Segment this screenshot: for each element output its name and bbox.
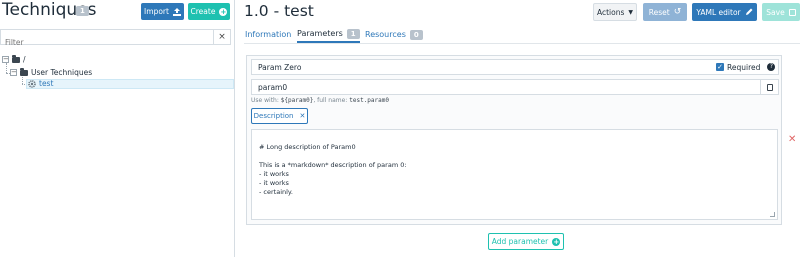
parameter-id-value: param0	[258, 83, 288, 92]
folder-icon	[20, 67, 28, 76]
remove-parameter-icon[interactable]: ✕	[788, 134, 796, 145]
usage-variable: ${param0}	[280, 97, 314, 104]
tab-label: Information	[245, 30, 292, 39]
tree-node-technique[interactable]: test	[28, 79, 53, 88]
tree-connector	[6, 63, 7, 73]
selected-row-highlight	[26, 79, 234, 89]
tree-connector	[22, 77, 23, 84]
plus-circle-icon: +	[219, 7, 228, 16]
tab-count-badge: 1	[346, 28, 360, 39]
tab-parameters[interactable]: Parameters 1	[297, 26, 360, 43]
parameter-id-input[interactable]: param0	[251, 79, 779, 95]
tab-label: Parameters	[297, 29, 343, 38]
close-icon[interactable]: ✕	[300, 112, 306, 120]
usage-hint: Use with: ${param0}, full name: test.par…	[251, 97, 389, 104]
techniques-sidebar: Techniques 1 Import Create + × − / − Use…	[0, 0, 235, 257]
required-checkbox[interactable]: ✓ Required ?	[716, 60, 776, 74]
tree-node-label: User Techniques	[31, 68, 93, 77]
clipboard-icon	[766, 83, 773, 91]
save-button[interactable]: Save	[762, 3, 800, 21]
tab-bar: Information Parameters 1 Resources 0	[244, 26, 800, 44]
upload-icon	[172, 7, 181, 16]
collapse-toggle-icon[interactable]: −	[10, 69, 17, 76]
undo-icon: ↺	[673, 7, 682, 17]
plus-circle-icon: +	[552, 237, 561, 246]
techniques-count-badge: 1	[76, 6, 89, 16]
usage-prefix: Use with:	[251, 97, 279, 104]
description-text: # Long description of Param0 This is a *…	[259, 143, 407, 196]
import-label: Import	[144, 7, 169, 16]
parameter-name-input[interactable]: Param Zero	[251, 59, 779, 75]
yaml-editor-label: YAML editor	[696, 7, 741, 17]
add-parameter-label: Add parameter	[491, 237, 549, 246]
copy-button[interactable]	[760, 80, 778, 94]
save-label: Save	[766, 7, 785, 17]
yaml-editor-button[interactable]: YAML editor	[692, 3, 757, 21]
tree-node-label: /	[23, 55, 26, 64]
add-parameter-button[interactable]: Add parameter +	[488, 233, 564, 250]
question-icon[interactable]: ?	[767, 63, 776, 71]
tabs-divider	[244, 43, 800, 44]
tab-information[interactable]: Information	[245, 26, 291, 43]
tree-node-category[interactable]: − User Techniques	[10, 67, 93, 77]
usage-mid: , full name:	[313, 97, 348, 104]
description-textarea[interactable]: # Long description of Param0 This is a *…	[251, 129, 778, 220]
import-button[interactable]: Import	[141, 3, 184, 20]
caret-down-icon: ▼	[628, 8, 634, 16]
page-title: 1.0 - test	[244, 2, 314, 20]
save-icon	[788, 8, 796, 16]
required-label: Required	[727, 62, 761, 72]
folder-icon	[12, 54, 20, 63]
gear-icon	[28, 79, 36, 88]
filter-field: ×	[0, 29, 231, 50]
checkbox-checked-icon[interactable]: ✓	[716, 63, 724, 71]
create-label: Create	[190, 7, 216, 16]
tab-resources[interactable]: Resources 0	[365, 26, 423, 43]
description-toggle[interactable]: Description ✕	[251, 108, 308, 124]
pencil-icon	[745, 8, 753, 15]
tree-node-label: test	[39, 79, 54, 88]
actions-dropdown[interactable]: Actions ▼	[593, 3, 637, 21]
resize-handle-icon[interactable]	[770, 212, 775, 217]
collapse-toggle-icon[interactable]: −	[2, 56, 9, 63]
reset-button[interactable]: Reset ↺	[643, 3, 687, 21]
description-label: Description	[253, 112, 294, 120]
close-icon: ×	[218, 32, 226, 42]
actions-label: Actions	[596, 7, 625, 17]
filter-input[interactable]	[1, 35, 213, 50]
filter-clear-button[interactable]: ×	[213, 30, 230, 44]
reset-label: Reset	[648, 7, 670, 17]
tab-count-badge: 0	[409, 29, 423, 40]
usage-full-name: test.param0	[349, 97, 389, 104]
tab-label: Resources	[365, 30, 406, 39]
create-button[interactable]: Create +	[188, 3, 230, 20]
tree-node-root[interactable]: − /	[2, 54, 26, 64]
